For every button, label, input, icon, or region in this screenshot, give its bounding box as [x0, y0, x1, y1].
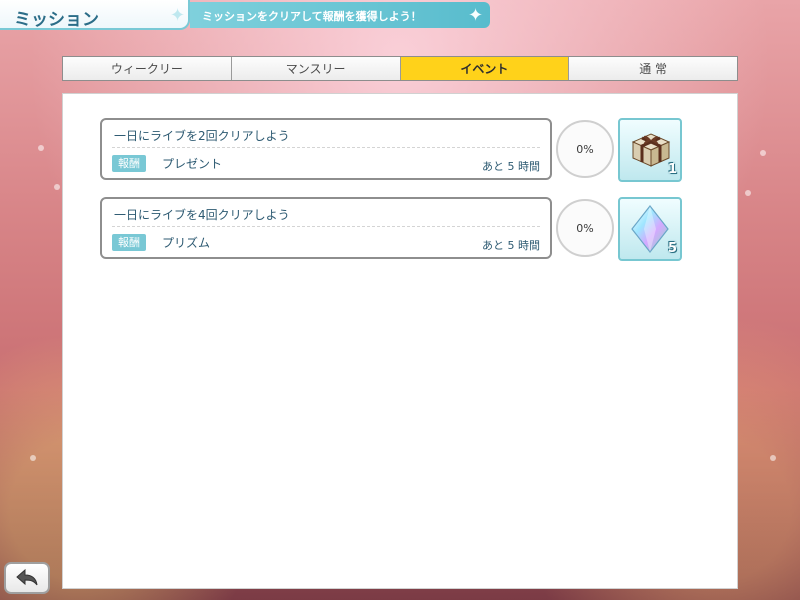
- title-tab: ミッション ✦: [0, 0, 190, 30]
- mission-card[interactable]: 一日にライブを4回クリアしよう 報酬 プリズム あと 5 時間: [100, 197, 552, 259]
- divider: [112, 226, 540, 227]
- tab-weekly[interactable]: ウィークリー: [63, 57, 232, 80]
- remaining-time: あと 5 時間: [482, 160, 540, 173]
- reward-name: プリズム: [162, 236, 211, 250]
- sparkle-icon: ✦: [468, 5, 484, 26]
- sparkle-icon: ✦: [170, 5, 186, 26]
- reward-box[interactable]: 1: [618, 118, 682, 182]
- divider: [112, 147, 540, 148]
- back-arrow-icon: [16, 568, 38, 586]
- progress-circle: 0%: [556, 199, 614, 257]
- reward-badge: 報酬: [112, 155, 146, 172]
- prism-icon: [631, 205, 669, 253]
- mission-title: 一日にライブを2回クリアしよう: [114, 129, 290, 143]
- progress-value: 0%: [576, 221, 594, 235]
- back-button[interactable]: [4, 562, 50, 594]
- remaining-time: あと 5 時間: [482, 239, 540, 252]
- reward-count: 5: [667, 241, 677, 256]
- progress-circle: 0%: [556, 120, 614, 178]
- mission-title: 一日にライブを4回クリアしよう: [114, 208, 290, 222]
- mission-tabs: ウィークリー マンスリー イベント 通 常: [62, 56, 738, 81]
- gift-box-icon: [631, 133, 671, 167]
- tab-event[interactable]: イベント: [400, 57, 570, 80]
- reward-name: プレゼント: [162, 157, 223, 171]
- mission-item: 一日にライブを4回クリアしよう 報酬 プリズム あと 5 時間 0% 5: [100, 197, 686, 263]
- subtitle-bar: ミッションをクリアして報酬を獲得しよう！ ✦: [190, 2, 490, 28]
- mission-item: 一日にライブを2回クリアしよう 報酬 プレゼント あと 5 時間 0% 1: [100, 118, 686, 184]
- tab-monthly[interactable]: マンスリー: [231, 57, 401, 80]
- tab-normal[interactable]: 通 常: [569, 57, 737, 80]
- reward-count: 1: [667, 162, 677, 177]
- reward-badge: 報酬: [112, 234, 146, 251]
- reward-box[interactable]: 5: [618, 197, 682, 261]
- page-title: ミッション: [14, 10, 99, 30]
- mission-card[interactable]: 一日にライブを2回クリアしよう 報酬 プレゼント あと 5 時間: [100, 118, 552, 180]
- page-subtitle: ミッションをクリアして報酬を獲得しよう！: [202, 10, 422, 23]
- progress-value: 0%: [576, 142, 594, 156]
